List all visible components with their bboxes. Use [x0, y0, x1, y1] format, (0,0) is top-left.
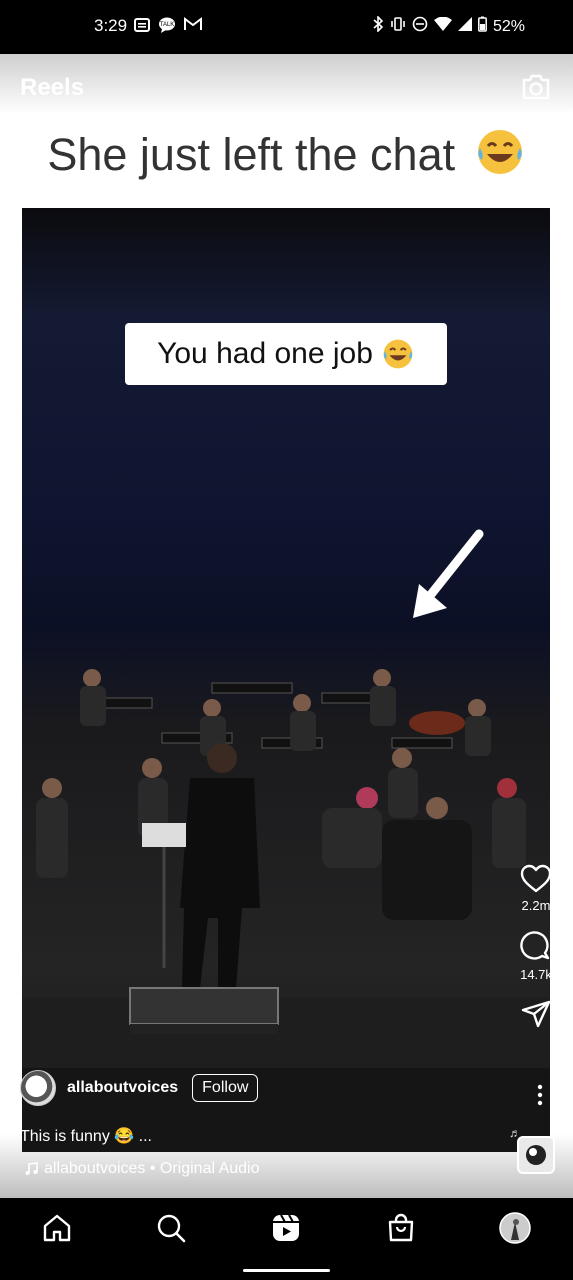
reel-actions: 2.2m 14.7k [519, 864, 553, 1046]
audio-info[interactable]: allaboutvoices • Original Audio [24, 1160, 260, 1178]
reel-caption[interactable]: This is funny 😂 ... [20, 1126, 152, 1146]
share-icon[interactable] [521, 1000, 551, 1028]
talk-icon: TALK [158, 17, 176, 38]
audio-thumbnail[interactable] [517, 1136, 555, 1174]
author-name[interactable]: allaboutvoices [67, 1079, 178, 1097]
dnd-icon [412, 16, 428, 37]
battery-percent: 52% [492, 17, 525, 35]
status-time: 3:29 [94, 16, 128, 35]
status-bar: 3:29 TALK 52% [0, 0, 573, 54]
home-icon[interactable] [41, 1212, 73, 1244]
follow-button[interactable]: Follow [192, 1074, 259, 1102]
heart-icon[interactable] [520, 864, 552, 894]
comment-icon[interactable] [520, 931, 552, 963]
shop-icon[interactable] [385, 1212, 417, 1244]
reels-icon[interactable] [270, 1212, 302, 1244]
profile-icon[interactable] [499, 1212, 531, 1244]
arrow-pointer-icon [407, 528, 487, 629]
video-overlay-caption: You had one job [125, 323, 447, 385]
comment-count: 14.7k [520, 967, 552, 982]
more-options-icon[interactable] [537, 1084, 543, 1111]
audio-label: allaboutvoices • Original Audio [44, 1160, 260, 1177]
svg-text:TALK: TALK [160, 22, 175, 28]
page-title: Reels [20, 74, 85, 101]
signal-icon [457, 17, 472, 36]
reel-viewer[interactable]: Reels She just left the chat You had one… [0, 54, 573, 1198]
status-system-icons: 52% [372, 15, 525, 37]
vibrate-icon [390, 16, 406, 37]
reel-top-caption-text: She just left the chat [47, 129, 456, 180]
comment-action[interactable]: 14.7k [519, 931, 553, 982]
like-action[interactable]: 2.2m [519, 864, 553, 913]
search-icon[interactable] [155, 1212, 187, 1244]
status-notification-icons: TALK [134, 17, 202, 38]
battery-icon [478, 16, 487, 37]
home-indicator[interactable] [243, 1269, 330, 1272]
laughing-emoji-icon [474, 126, 526, 178]
like-count: 2.2m [521, 898, 551, 913]
share-action[interactable] [519, 1000, 553, 1028]
reel-video[interactable]: You had one job [22, 208, 550, 1152]
bluetooth-icon [372, 15, 384, 37]
message-icon [134, 17, 150, 38]
avatar[interactable] [20, 1070, 56, 1106]
reel-top-caption: She just left the chat [0, 126, 573, 181]
gmail-icon [184, 17, 202, 38]
camera-icon[interactable] [521, 74, 551, 105]
bottom-nav [0, 1198, 573, 1280]
video-overlay-text: You had one job [157, 337, 373, 370]
wifi-icon [433, 16, 452, 36]
author-row: allaboutvoices Follow [20, 1070, 259, 1106]
music-note-icon [25, 1162, 38, 1175]
laughing-emoji-icon [383, 339, 413, 369]
